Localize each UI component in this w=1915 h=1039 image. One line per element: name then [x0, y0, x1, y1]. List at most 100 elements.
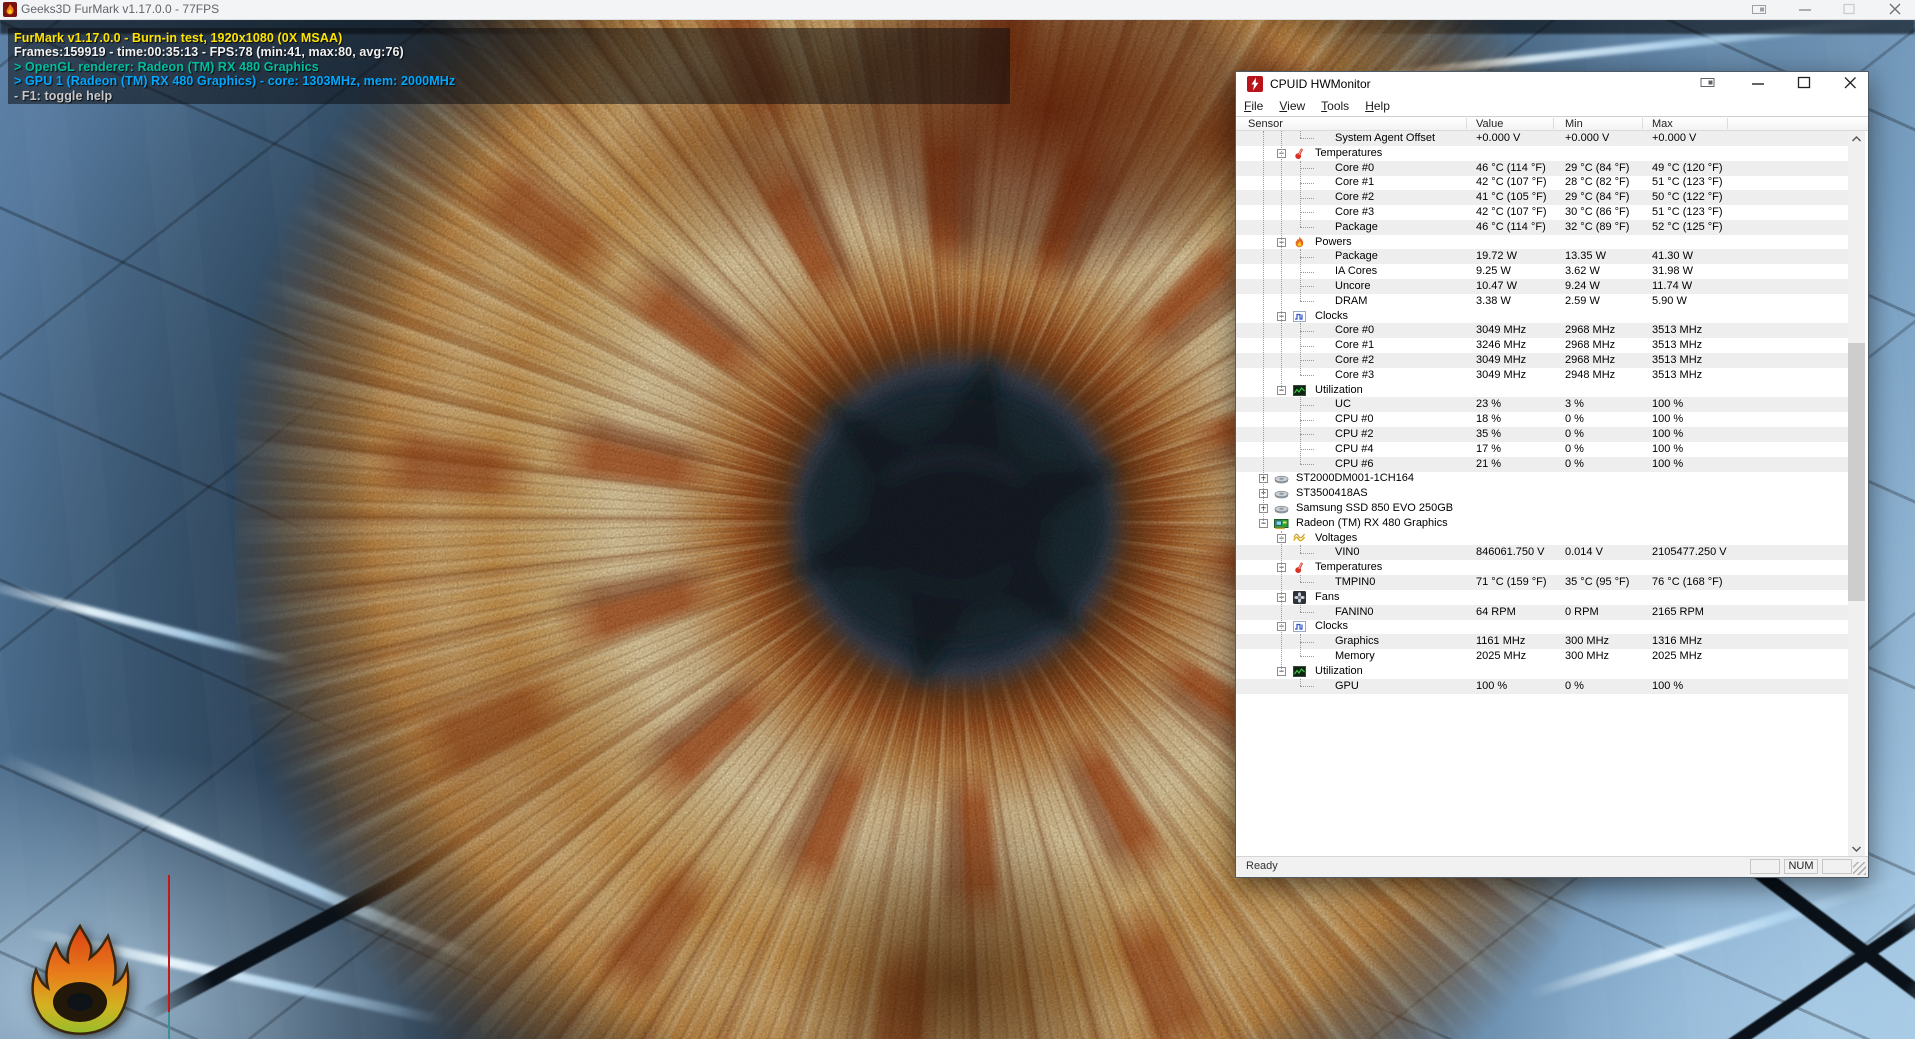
- sensor-row[interactable]: Core #342 °C (107 °F)30 °C (86 °F)51 °C …: [1236, 205, 1848, 220]
- sensor-max: +0.000 V: [1652, 132, 1696, 144]
- sensor-max: 51 °C (123 °F): [1652, 206, 1723, 218]
- vertical-scrollbar[interactable]: [1848, 131, 1865, 857]
- sensor-row[interactable]: Memory2025 MHz300 MHz2025 MHz: [1236, 649, 1848, 664]
- osd-line-2: Frames:159919 - time:00:35:13 - FPS:78 (…: [14, 45, 1010, 59]
- sensor-row[interactable]: Core #142 °C (107 °F)28 °C (82 °F)51 °C …: [1236, 175, 1848, 190]
- sensor-row[interactable]: DRAM3.38 W2.59 W5.90 W: [1236, 294, 1848, 309]
- column-separator[interactable]: [1642, 118, 1643, 129]
- tree-line: [1300, 360, 1314, 361]
- sensor-group-row[interactable]: −Clocks: [1236, 309, 1848, 324]
- tree-line: [1300, 161, 1301, 228]
- sensor-row[interactable]: GPU100 %0 %100 %: [1236, 679, 1848, 694]
- sensor-max: 51 °C (123 °F): [1652, 176, 1723, 188]
- maximize-icon[interactable]: [1794, 75, 1814, 93]
- sensor-row[interactable]: Uncore10.47 W9.24 W11.74 W: [1236, 279, 1848, 294]
- device-row[interactable]: +Samsung SSD 850 EVO 250GB: [1236, 501, 1848, 516]
- column-separator[interactable]: [1466, 118, 1467, 129]
- sensor-row[interactable]: TMPIN071 °C (159 °F)35 °C (95 °F)76 °C (…: [1236, 575, 1848, 590]
- sensor-row[interactable]: CPU #235 %0 %100 %: [1236, 427, 1848, 442]
- device-row[interactable]: −Radeon (TM) RX 480 Graphics: [1236, 516, 1848, 531]
- sensor-row[interactable]: System Agent Offset+0.000 V+0.000 V+0.00…: [1236, 131, 1848, 146]
- maximize-icon[interactable]: [1840, 2, 1858, 17]
- sensor-value: 3.38 W: [1476, 295, 1511, 307]
- tree-line: [1281, 131, 1282, 390]
- sensor-label: Voltages: [1315, 532, 1357, 544]
- osd-line-4: > GPU 1 (Radeon (TM) RX 480 Graphics) - …: [14, 74, 1010, 88]
- sensor-row[interactable]: Core #33049 MHz2948 MHz3513 MHz: [1236, 368, 1848, 383]
- sensor-value: 42 °C (107 °F): [1476, 176, 1547, 188]
- display-icon[interactable]: [1698, 75, 1718, 93]
- close-icon[interactable]: [1840, 75, 1860, 93]
- hwmonitor-titlebar[interactable]: CPUID HWMonitor: [1236, 72, 1868, 96]
- column-header-value[interactable]: Value: [1476, 118, 1503, 130]
- column-header-max[interactable]: Max: [1652, 118, 1673, 130]
- sensor-value: 2025 MHz: [1476, 650, 1526, 662]
- column-header-min[interactable]: Min: [1565, 118, 1583, 130]
- sensor-group-row[interactable]: −Voltages: [1236, 531, 1848, 546]
- sensor-label: Core #0: [1335, 162, 1374, 174]
- sensor-row[interactable]: CPU #417 %0 %100 %: [1236, 442, 1848, 457]
- sensor-value: 64 RPM: [1476, 606, 1516, 618]
- column-separator[interactable]: [1553, 118, 1554, 129]
- column-separator[interactable]: [1727, 118, 1728, 129]
- tree-line: [1300, 301, 1314, 302]
- menu-help[interactable]: Help: [1357, 96, 1398, 116]
- sensor-row[interactable]: FANIN064 RPM0 RPM2165 RPM: [1236, 605, 1848, 620]
- sensor-row[interactable]: CPU #621 %0 %100 %: [1236, 457, 1848, 472]
- sensor-row[interactable]: IA Cores9.25 W3.62 W31.98 W: [1236, 264, 1848, 279]
- sensor-value: 100 %: [1476, 680, 1507, 692]
- sensor-row[interactable]: Core #241 °C (105 °F)29 °C (84 °F)50 °C …: [1236, 190, 1848, 205]
- sensor-label: Utilization: [1315, 384, 1363, 396]
- sensor-max: 2025 MHz: [1652, 650, 1702, 662]
- sensor-label: Core #2: [1335, 191, 1374, 203]
- sensor-row[interactable]: Package46 °C (114 °F)32 °C (89 °F)52 °C …: [1236, 220, 1848, 235]
- sensor-value: 3049 MHz: [1476, 369, 1526, 381]
- sensor-max: 11.74 W: [1652, 280, 1692, 292]
- menu-tools[interactable]: Tools: [1313, 96, 1357, 116]
- resize-grip-icon[interactable]: [1853, 862, 1866, 875]
- hdd-icon: [1274, 502, 1287, 515]
- sensor-row[interactable]: Package19.72 W13.35 W41.30 W: [1236, 249, 1848, 264]
- display-icon[interactable]: [1750, 2, 1768, 17]
- sensor-max: 41.30 W: [1652, 250, 1693, 262]
- sensor-min: 2968 MHz: [1565, 339, 1615, 351]
- tree-line: [1300, 642, 1314, 643]
- sensor-row[interactable]: Core #23049 MHz2968 MHz3513 MHz: [1236, 353, 1848, 368]
- device-row[interactable]: +ST3500418AS: [1236, 486, 1848, 501]
- sensor-group-row[interactable]: −Temperatures: [1236, 146, 1848, 161]
- sensor-max: 100 %: [1652, 458, 1683, 470]
- sensor-group-row[interactable]: −Clocks: [1236, 619, 1848, 634]
- sensor-group-row[interactable]: −Fans: [1236, 590, 1848, 605]
- scroll-up-icon[interactable]: [1848, 131, 1865, 148]
- tree-line: [1300, 131, 1301, 138]
- sensor-row[interactable]: Graphics1161 MHz300 MHz1316 MHz: [1236, 634, 1848, 649]
- sensor-row[interactable]: Core #13246 MHz2968 MHz3513 MHz: [1236, 338, 1848, 353]
- device-row[interactable]: +ST2000DM001-1CH164: [1236, 471, 1848, 486]
- sensor-max: 49 °C (120 °F): [1652, 162, 1723, 174]
- utilization-icon: [1293, 665, 1306, 678]
- clocks-icon: [1293, 310, 1306, 323]
- sensor-group-row[interactable]: −Temperatures: [1236, 560, 1848, 575]
- sensor-label: Powers: [1315, 236, 1352, 248]
- menu-view[interactable]: View: [1271, 96, 1313, 116]
- close-icon[interactable]: [1886, 2, 1904, 17]
- sensor-row[interactable]: VIN0846061.750 V0.014 V2105477.250 V: [1236, 545, 1848, 560]
- minimize-icon[interactable]: [1796, 2, 1814, 17]
- sensor-group-row[interactable]: −Utilization: [1236, 383, 1848, 398]
- sensor-row[interactable]: CPU #018 %0 %100 %: [1236, 412, 1848, 427]
- thermometer-icon: [1293, 147, 1306, 160]
- sensor-row[interactable]: Core #03049 MHz2968 MHz3513 MHz: [1236, 323, 1848, 338]
- sensor-value: 3049 MHz: [1476, 324, 1526, 336]
- scrollbar-thumb[interactable]: [1848, 343, 1865, 601]
- status-cell: [1822, 859, 1852, 874]
- column-header-sensor[interactable]: Sensor: [1248, 118, 1283, 130]
- minimize-icon[interactable]: [1748, 75, 1768, 93]
- sensor-row[interactable]: UC23 %3 %100 %: [1236, 397, 1848, 412]
- sensor-group-row[interactable]: −Utilization: [1236, 664, 1848, 679]
- menu-file[interactable]: File: [1236, 96, 1271, 116]
- tree-line: [1300, 405, 1314, 406]
- sensor-row[interactable]: Core #046 °C (114 °F)29 °C (84 °F)49 °C …: [1236, 161, 1848, 176]
- scroll-down-icon[interactable]: [1848, 840, 1865, 857]
- sensor-group-row[interactable]: −Powers: [1236, 235, 1848, 250]
- sensor-label: Core #3: [1335, 206, 1374, 218]
